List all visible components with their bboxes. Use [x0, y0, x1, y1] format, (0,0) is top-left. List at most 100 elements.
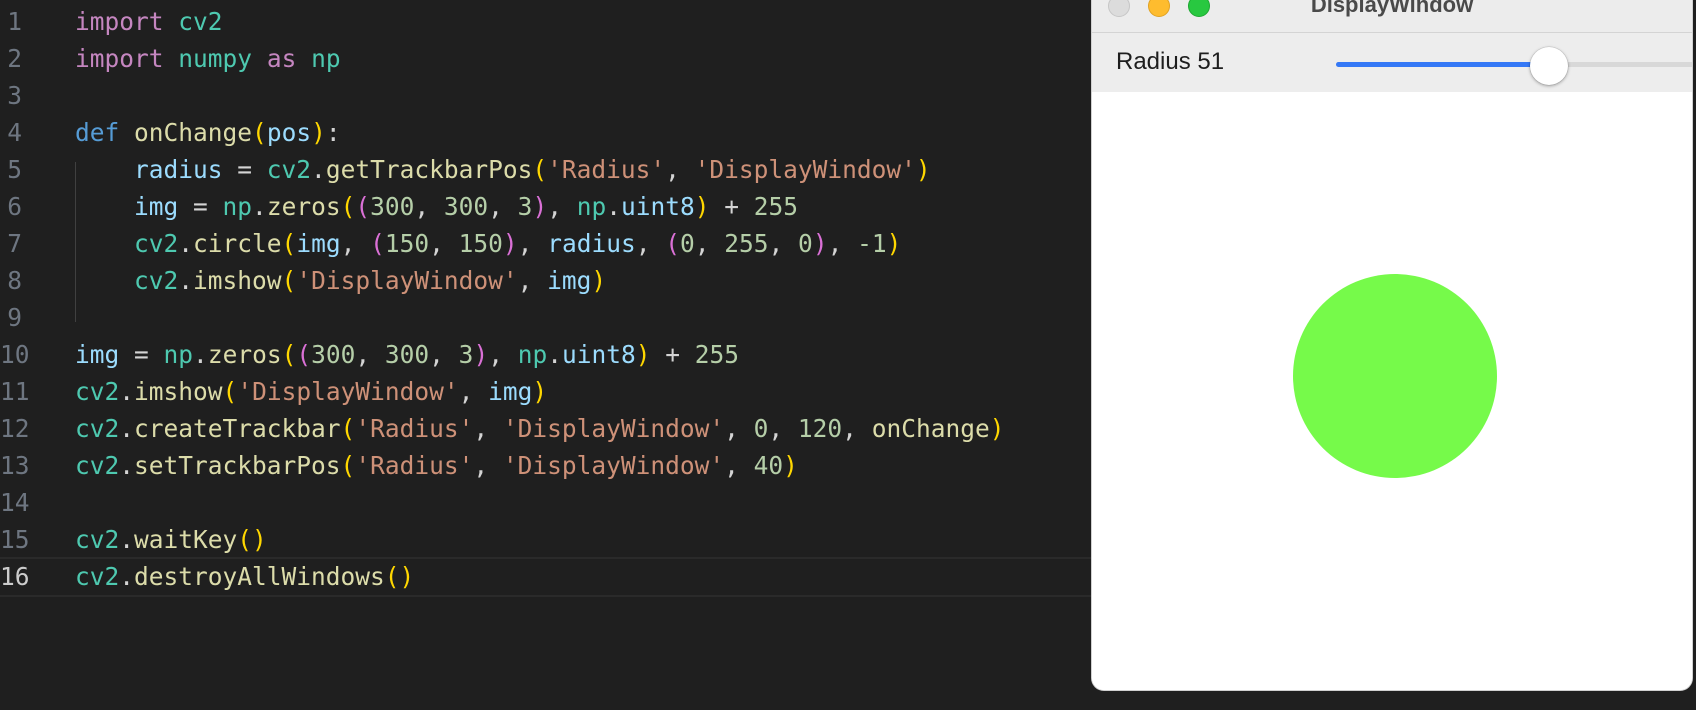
code-token: = — [222, 155, 267, 184]
code-token: ( — [340, 451, 356, 480]
code-token: img — [75, 192, 179, 221]
line-number: 5 — [7, 155, 22, 184]
code-token: + — [709, 192, 754, 221]
code-line[interactable]: 11 cv2.imshow('DisplayWindow', img) — [0, 372, 1100, 412]
code-line[interactable]: 8 cv2.imshow('DisplayWindow', img) — [0, 261, 1100, 301]
code-token: ) — [694, 192, 710, 221]
code-token: radius — [547, 229, 636, 258]
code-token: getTrackbarPos — [325, 155, 533, 184]
radius-slider[interactable] — [1336, 47, 1692, 85]
code-token: def — [75, 118, 120, 147]
code-token: ) — [812, 229, 828, 258]
window-title: DisplayWindow — [1310, 0, 1474, 17]
code-token: ) — [502, 229, 518, 258]
code-token: . — [606, 192, 621, 221]
code-line[interactable]: 9 — [0, 298, 1100, 338]
code-token: : — [325, 118, 341, 147]
code-token: , — [665, 155, 695, 184]
code-token: 120 — [797, 414, 843, 443]
code-line[interactable]: 13 cv2.setTrackbarPos('Radius', 'DisplayW… — [0, 446, 1100, 486]
code-token: + — [650, 340, 695, 369]
code-token: 300 — [384, 340, 430, 369]
code-token: ) — [886, 229, 902, 258]
code-token: cv2 — [75, 266, 179, 295]
code-token: , — [458, 377, 489, 406]
code-line[interactable]: 5 radius = cv2.getTrackbarPos('Radius', … — [0, 150, 1100, 190]
code-line[interactable]: 12 cv2.createTrackbar('Radius', 'DisplayW… — [0, 409, 1100, 449]
code-token: ( — [340, 192, 356, 221]
code-token: -1 — [857, 229, 887, 258]
code-token: , — [724, 414, 754, 443]
code-line[interactable]: 3 — [0, 76, 1100, 116]
code-token: 255 — [753, 192, 799, 221]
code-line[interactable]: 4 def onChange(pos): — [0, 113, 1100, 153]
code-token: import — [75, 7, 164, 36]
line-number: 10 — [0, 340, 30, 369]
code-token: , — [429, 340, 459, 369]
code-token: cv2 — [75, 525, 120, 554]
code-line[interactable]: 6 img = np.zeros((300, 300, 3), np.uint8… — [0, 187, 1100, 227]
code-token: () — [237, 525, 267, 554]
code-line[interactable]: 14 — [0, 483, 1100, 523]
code-token: . — [119, 414, 135, 443]
code-token: as — [266, 44, 297, 73]
code-line[interactable]: 15 cv2.waitKey() — [0, 520, 1100, 560]
code-line[interactable]: 7 cv2.circle(img, (150, 150), radius, (0… — [0, 224, 1100, 264]
code-token: 'Radius' — [547, 155, 666, 184]
code-token: img — [488, 377, 533, 406]
display-window[interactable]: DisplayWindow Radius 51 — [1092, 0, 1692, 690]
code-token: ) — [473, 340, 489, 369]
code-token: , — [827, 229, 858, 258]
code-token: ( — [340, 414, 356, 443]
code-token: ) — [915, 155, 931, 184]
code-token: cv2 — [75, 451, 120, 480]
slider-fill — [1336, 62, 1549, 67]
code-token: , — [488, 340, 518, 369]
code-token: , — [694, 229, 725, 258]
code-token: cv2 — [75, 377, 120, 406]
code-token: ) — [783, 451, 798, 480]
code-token: uint8 — [562, 340, 636, 369]
code-token: ( — [281, 229, 297, 258]
image-canvas — [1092, 92, 1692, 690]
code-line[interactable]: 16 cv2.destroyAllWindows() — [0, 557, 1100, 597]
code-token: ) — [591, 266, 607, 295]
code-token: np — [517, 340, 548, 369]
code-token: . — [547, 340, 562, 369]
code-token: pos — [266, 118, 312, 147]
code-text: cv2.waitKey() — [75, 520, 267, 560]
code-token: 255 — [694, 340, 740, 369]
code-token: img — [296, 229, 341, 258]
window-titlebar[interactable]: DisplayWindow — [1092, 0, 1692, 33]
line-number: 15 — [0, 525, 30, 554]
code-token: 'DisplayWindow' — [237, 377, 459, 406]
code-text: img = np.zeros((300, 300, 3), np.uint8) … — [75, 335, 739, 375]
code-token: createTrackbar — [134, 414, 341, 443]
slider-thumb[interactable] — [1529, 47, 1568, 85]
line-number: 4 — [7, 118, 22, 147]
code-token: , — [429, 229, 459, 258]
code-token: , — [473, 451, 503, 480]
code-token: cv2 — [75, 229, 179, 258]
code-text: cv2.setTrackbarPos('Radius', 'DisplayWin… — [75, 446, 798, 486]
code-token: ) — [635, 340, 651, 369]
code-token: 'DisplayWindow' — [694, 155, 916, 184]
code-token: 3 — [458, 340, 474, 369]
code-token: , — [768, 414, 798, 443]
code-token: imshow — [134, 377, 223, 406]
code-token: 'DisplayWindow' — [502, 414, 725, 443]
code-text: def onChange(pos): — [75, 113, 341, 153]
code-line[interactable]: 10 img = np.zeros((300, 300, 3), np.uint8… — [0, 335, 1100, 375]
code-token: . — [119, 377, 135, 406]
code-token: radius — [75, 155, 223, 184]
code-token: ( — [665, 229, 680, 258]
line-number: 14 — [0, 488, 30, 517]
code-line[interactable]: 2 import numpy as np — [0, 39, 1100, 79]
code-line[interactable]: 1 import cv2 — [0, 2, 1100, 42]
code-token: ) — [311, 118, 326, 147]
code-token: ( — [222, 377, 238, 406]
code-text: cv2.circle(img, (150, 150), radius, (0, … — [75, 224, 901, 264]
code-token: = — [119, 340, 164, 369]
